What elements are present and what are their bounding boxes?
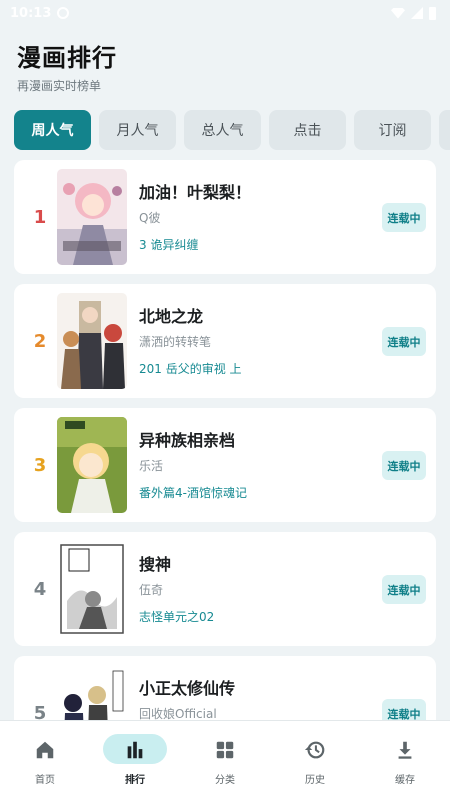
ranking-card[interactable]: 3 异种族相亲档 乐活 番外篇4-酒馆惊魂记 连载中	[14, 408, 436, 522]
comic-title[interactable]: 小正太修仙传	[139, 675, 235, 699]
status-badge: 连载中	[382, 327, 426, 356]
nav-label: 分类	[215, 775, 235, 786]
latest-chapter[interactable]: 番外篇4-酒馆惊魂记	[139, 484, 247, 501]
rank-number: 4	[33, 578, 47, 600]
status-bar: 10:13	[0, 0, 450, 26]
comic-author: Q彼	[139, 211, 161, 225]
comic-author: 伍奇	[139, 583, 164, 597]
status-time: 10:13	[10, 5, 52, 21]
ranking-card[interactable]: 2 北地之龙 潇洒的转转笔 201 岳父的审视 上 连载中	[14, 284, 436, 398]
comic-author: 潇洒的转转笔	[139, 335, 212, 349]
nav-home[interactable]: 首页	[0, 721, 90, 800]
comic-cover[interactable]	[57, 541, 127, 637]
status-right	[391, 6, 436, 20]
tab-subscriptions[interactable]: 订阅	[354, 110, 431, 150]
home-icon	[36, 741, 54, 759]
nav-label: 首页	[35, 775, 55, 786]
status-left: 10:13	[10, 5, 70, 21]
comic-title[interactable]: 加油！叶梨梨！	[139, 179, 251, 203]
bottom-navigation: 首页 排行 分类 历史 缓存	[0, 720, 450, 800]
tab-weekly[interactable]: 周人气	[14, 110, 91, 150]
latest-chapter[interactable]: 志怪单元之02	[139, 608, 214, 625]
ranking-card[interactable]: 4 搜神 伍奇 志怪单元之02 连载中	[14, 532, 436, 646]
category-icon	[216, 741, 234, 759]
notification-icon	[57, 7, 70, 19]
comic-title[interactable]: 异种族相亲档	[139, 427, 235, 451]
comic-author: 乐活	[139, 459, 164, 473]
comic-cover[interactable]	[57, 293, 127, 389]
status-badge: 连载中	[382, 575, 426, 604]
comic-title[interactable]: 搜神	[139, 551, 171, 575]
ranking-card[interactable]: 1 加油！叶梨梨！ Q彼 3 诡异纠缠 连载中	[14, 160, 436, 274]
rank-number: 2	[33, 330, 47, 352]
page-title: 漫画排行	[17, 44, 117, 72]
signal-icon	[411, 7, 423, 19]
latest-chapter[interactable]: 3 诡异纠缠	[139, 236, 198, 253]
rank-number: 3	[33, 454, 47, 476]
page-subtitle: 再漫画实时榜单	[17, 79, 102, 93]
nav-history[interactable]: 历史	[270, 721, 360, 800]
latest-chapter[interactable]: 201 岳父的审视 上	[139, 360, 242, 377]
ranking-icon	[127, 741, 143, 759]
wifi-icon	[391, 7, 405, 19]
comic-cover[interactable]	[57, 417, 127, 513]
nav-label: 缓存	[395, 775, 415, 786]
battery-icon	[429, 6, 436, 20]
history-icon	[304, 741, 325, 759]
tab-total[interactable]: 总人气	[184, 110, 261, 150]
ranking-tabs: 周人气 月人气 总人气 点击 订阅 评论	[14, 110, 450, 150]
status-badge: 连载中	[382, 451, 426, 480]
rank-number: 1	[33, 206, 47, 228]
download-icon	[398, 741, 412, 759]
nav-label: 排行	[125, 775, 145, 786]
nav-category[interactable]: 分类	[180, 721, 270, 800]
comic-title[interactable]: 北地之龙	[139, 303, 203, 327]
nav-ranking[interactable]: 排行	[90, 721, 180, 800]
comic-cover[interactable]	[57, 169, 127, 265]
nav-label: 历史	[305, 775, 325, 786]
tab-comments[interactable]: 评论	[439, 110, 450, 150]
nav-cache[interactable]: 缓存	[360, 721, 450, 800]
tab-clicks[interactable]: 点击	[269, 110, 346, 150]
status-badge: 连载中	[382, 203, 426, 232]
tab-monthly[interactable]: 月人气	[99, 110, 176, 150]
